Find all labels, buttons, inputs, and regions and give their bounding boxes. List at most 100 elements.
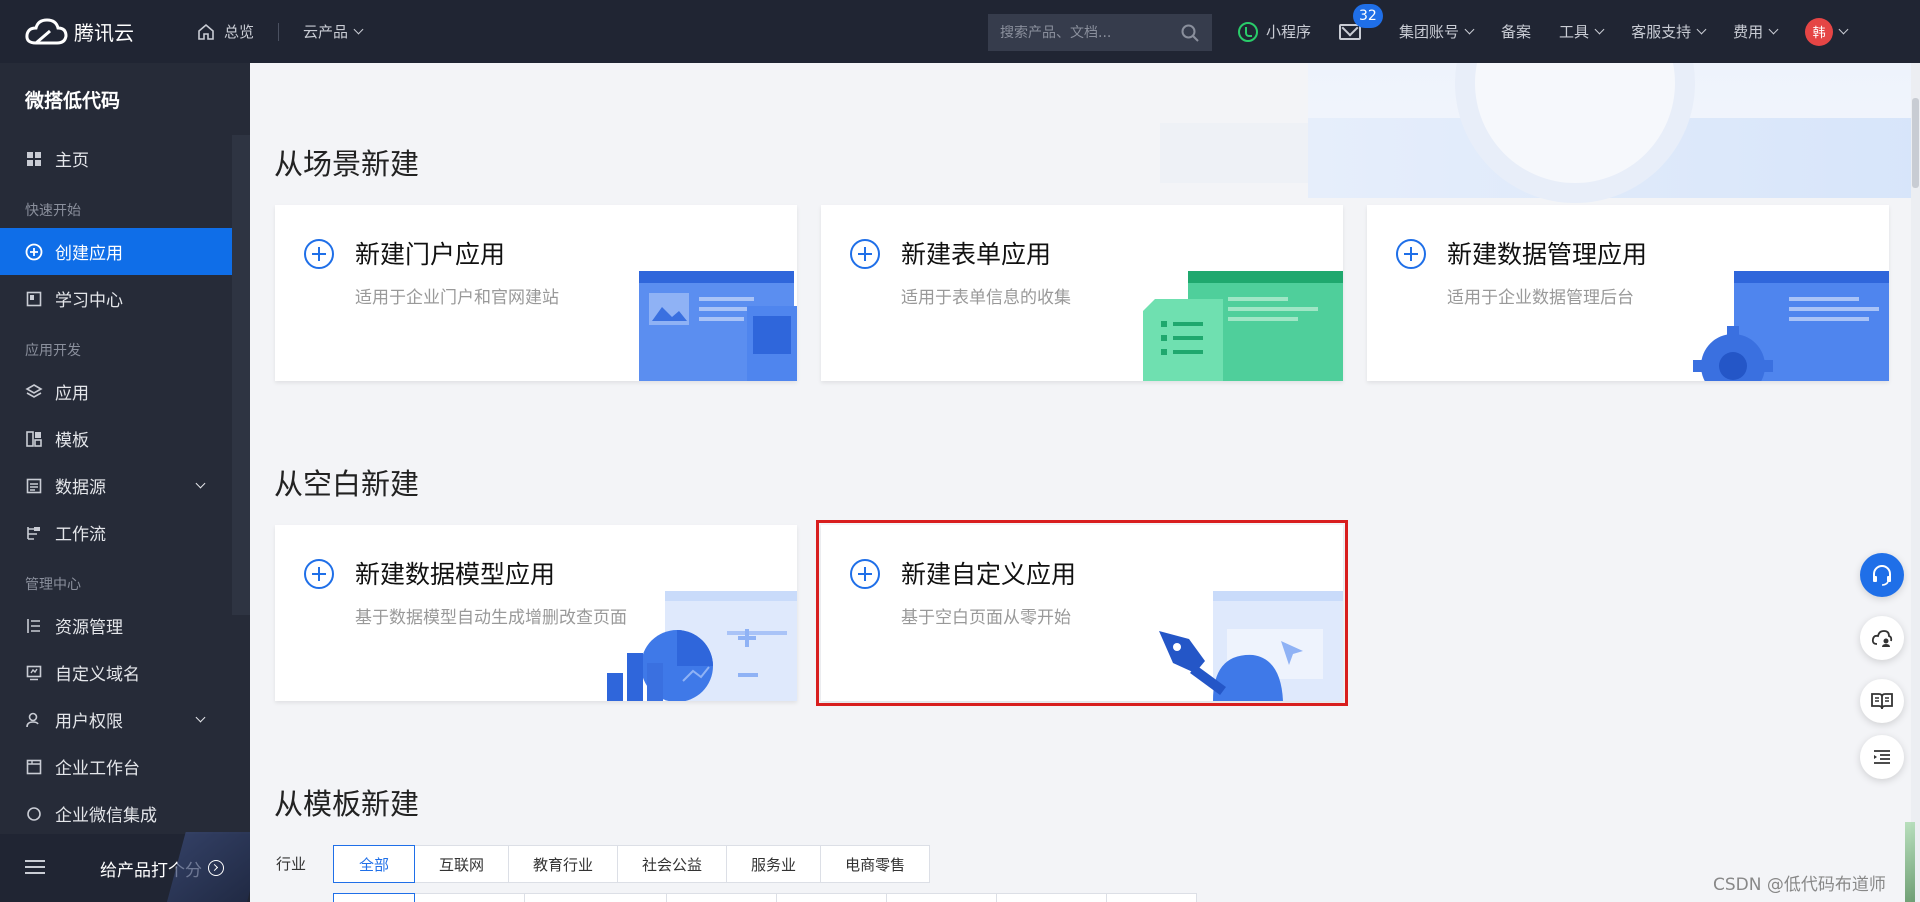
card-form-app[interactable]: 新建表单应用 适用于表单信息的收集 — [821, 205, 1343, 381]
sidebar-item-templates[interactable]: 模板 — [0, 415, 232, 462]
open-book-icon — [1871, 693, 1893, 710]
search-icon[interactable] — [1180, 23, 1200, 43]
card-data-management-app[interactable]: 新建数据管理应用 适用于企业数据管理后台 — [1367, 205, 1889, 381]
template-icon — [26, 430, 42, 447]
tencent-cloud-logo[interactable]: 腾讯云 — [24, 17, 154, 47]
search-box — [988, 14, 1212, 51]
billing-menu[interactable]: 费用 — [1733, 21, 1779, 42]
sidebar-item-datasource[interactable]: 数据源 — [0, 462, 232, 509]
brand-name: 腾讯云 — [74, 21, 134, 45]
tools-menu[interactable]: 工具 — [1559, 21, 1605, 42]
section-title-scene: 从场景新建 — [274, 147, 420, 181]
tab-ecommerce[interactable]: 电商零售 — [821, 845, 931, 883]
message-button[interactable]: 32 — [1339, 3, 1383, 40]
section-title-blank: 从空白新建 — [274, 467, 420, 501]
secondary-tab[interactable] — [1107, 893, 1197, 902]
arrow-circle-icon — [208, 860, 224, 876]
sidebar-item-permissions[interactable]: 用户权限 — [0, 696, 232, 743]
secondary-tab[interactable] — [887, 893, 997, 902]
collapse-menu-icon[interactable] — [25, 860, 45, 876]
chevron-down-icon — [1768, 24, 1779, 35]
sidebar-item-label: 资源管理 — [55, 618, 123, 638]
card-portal-app[interactable]: 新建门户应用 适用于企业门户和官网建站 — [275, 205, 797, 381]
filing-link[interactable]: 备案 — [1501, 21, 1531, 42]
cloud-user-button[interactable] — [1860, 616, 1904, 660]
sidebar-scrollbar[interactable] — [232, 135, 250, 615]
sidebar-item-workflow[interactable]: 工作流 — [0, 509, 232, 556]
layers-icon — [25, 383, 43, 398]
secondary-tab[interactable] — [415, 893, 525, 902]
avatar: 韩 — [1805, 17, 1834, 46]
secondary-tab[interactable] — [667, 893, 777, 902]
support-label: 客服支持 — [1631, 23, 1692, 41]
sidebar-item-label: 企业微信集成 — [55, 806, 157, 826]
section-title-template: 从模板新建 — [274, 787, 420, 821]
chevron-down-icon — [195, 712, 206, 723]
sidebar-group-dev: 应用开发 — [25, 343, 81, 359]
group-account-menu[interactable]: 集团账号 — [1399, 21, 1475, 42]
workbench-icon — [26, 759, 42, 774]
chevron-down-icon — [1838, 24, 1849, 35]
sidebar-item-workbench[interactable]: 企业工作台 — [0, 743, 232, 790]
sidebar-item-create-app[interactable]: 创建应用 — [0, 228, 232, 275]
industry-tabs: 全部 互联网 教育行业 社会公益 服务业 电商零售 — [333, 845, 931, 883]
sidebar-item-label: 自定义域名 — [55, 665, 140, 685]
chevron-down-icon — [1696, 24, 1707, 35]
plus-circle-icon — [1396, 239, 1426, 269]
chevron-down-icon — [1594, 24, 1605, 35]
data-management-illustration-icon — [1693, 271, 1889, 381]
sidebar-footer: 给产品打个分 — [0, 832, 250, 902]
sidebar: 微搭低代码 主页 快速开始 创建应用 学习中心 应用开发 应用 模板 数据源 工… — [0, 63, 250, 902]
support-menu[interactable]: 客服支持 — [1631, 21, 1707, 42]
user-icon — [26, 712, 39, 727]
card-title: 新建门户应用 — [355, 240, 506, 269]
card-custom-app[interactable]: 新建自定义应用 基于空白页面从零开始 — [816, 520, 1348, 706]
sidebar-item-label: 企业工作台 — [55, 759, 140, 779]
customer-service-button[interactable] — [1860, 553, 1904, 597]
miniprogram-link[interactable]: 小程序 — [1238, 21, 1311, 42]
divider — [278, 22, 280, 41]
tab-internet[interactable]: 互联网 — [415, 845, 510, 883]
data-model-illustration-icon — [607, 591, 797, 701]
tab-service[interactable]: 服务业 — [727, 845, 822, 883]
secondary-filter-tabs — [333, 893, 1197, 902]
cloud-user-icon — [1871, 630, 1893, 647]
workflow-icon — [27, 526, 40, 540]
filing-label: 备案 — [1501, 23, 1532, 41]
chevron-down-icon — [1464, 24, 1475, 35]
overview-link[interactable]: 总览 — [196, 21, 254, 42]
sidebar-item-resources[interactable]: 资源管理 — [0, 602, 232, 649]
secondary-tab[interactable] — [525, 893, 667, 902]
card-data-model-app[interactable]: 新建数据模型应用 基于数据模型自动生成增删改查页面 — [275, 525, 797, 701]
sidebar-item-custom-domain[interactable]: 自定义域名 — [0, 649, 232, 696]
secondary-tab[interactable] — [333, 893, 415, 902]
sidebar-item-label: 学习中心 — [55, 291, 123, 311]
product-title: 微搭低代码 — [25, 89, 121, 112]
outline-button[interactable] — [1860, 735, 1904, 779]
page-scrollbar[interactable] — [1911, 63, 1920, 902]
sidebar-item-wecom[interactable]: 企业微信集成 — [0, 790, 232, 837]
book-icon — [26, 291, 42, 306]
sidebar-item-label: 创建应用 — [55, 244, 123, 264]
sidebar-item-home[interactable]: 主页 — [0, 135, 232, 182]
card-description: 基于空白页面从零开始 — [901, 608, 1071, 628]
card-description: 适用于表单信息的收集 — [901, 288, 1071, 308]
cloud-products-menu[interactable]: 云产品 — [303, 21, 364, 42]
cloud-products-label: 云产品 — [303, 23, 349, 41]
card-description: 基于数据模型自动生成增删改查页面 — [355, 608, 627, 628]
sidebar-item-label: 模板 — [55, 431, 89, 451]
sidebar-item-apps[interactable]: 应用 — [0, 368, 232, 415]
user-menu[interactable]: 韩 — [1805, 17, 1849, 46]
documentation-button[interactable] — [1860, 679, 1904, 723]
side-indicator — [1905, 822, 1915, 902]
secondary-tab[interactable] — [997, 893, 1107, 902]
sidebar-item-learning[interactable]: 学习中心 — [0, 275, 232, 322]
secondary-tab[interactable] — [777, 893, 887, 902]
card-description: 适用于企业数据管理后台 — [1447, 288, 1634, 308]
tab-education[interactable]: 教育行业 — [509, 845, 619, 883]
scrollbar-thumb[interactable] — [1912, 98, 1919, 188]
sidebar-item-label: 数据源 — [55, 478, 106, 498]
tab-public-welfare[interactable]: 社会公益 — [618, 845, 728, 883]
search-input[interactable] — [1000, 24, 1180, 41]
tab-all[interactable]: 全部 — [333, 845, 415, 883]
